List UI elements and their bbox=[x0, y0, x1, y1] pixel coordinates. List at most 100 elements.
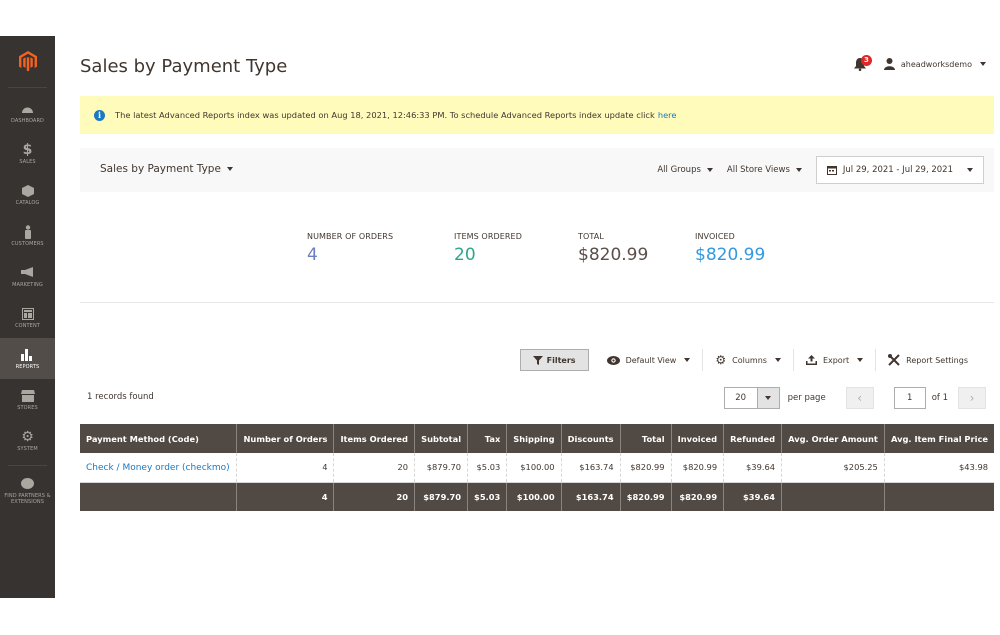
stat-value: $820.99 bbox=[578, 245, 649, 265]
sidebar-item-sales[interactable]: $ Sales bbox=[0, 133, 55, 174]
magento-logo-icon bbox=[18, 51, 37, 72]
stat-title: Items Ordered bbox=[454, 232, 522, 241]
report-settings-button[interactable]: Report Settings bbox=[875, 349, 980, 371]
filters-label: Filters bbox=[546, 355, 576, 365]
table-cell: 4 bbox=[236, 453, 334, 483]
export-dropdown[interactable]: Export bbox=[792, 349, 875, 371]
records-found: 1 records found bbox=[87, 392, 154, 402]
username: aheadworksdemo bbox=[900, 59, 972, 69]
chevron-down-icon[interactable] bbox=[756, 388, 779, 408]
notice-text: The latest Advanced Reports index was up… bbox=[115, 110, 655, 120]
stat-title: Invoiced bbox=[695, 232, 735, 241]
column-header[interactable]: Invoiced bbox=[670, 424, 724, 453]
table-cell: $879.70 bbox=[413, 453, 468, 483]
gear-icon: ⚙ bbox=[715, 353, 727, 367]
report-type-dropdown[interactable]: Sales by Payment Type bbox=[100, 163, 233, 175]
total-cell: $820.99 bbox=[619, 482, 672, 511]
column-header[interactable]: Avg. Item Final Price bbox=[883, 424, 994, 453]
column-header[interactable]: Shipping bbox=[506, 424, 562, 453]
total-cell: $5.03 bbox=[467, 482, 507, 511]
sidebar-item-customers[interactable]: Customers bbox=[0, 215, 55, 256]
magento-logo[interactable] bbox=[8, 36, 47, 88]
stat-items-ordered: Items Ordered 20 bbox=[454, 232, 522, 265]
chevron-down-icon bbox=[795, 167, 802, 172]
sidebar-item-reports[interactable]: Reports bbox=[0, 338, 55, 379]
partners-icon bbox=[21, 477, 35, 491]
view-label: Default View bbox=[625, 355, 677, 365]
column-header[interactable]: Discounts bbox=[560, 424, 621, 453]
columns-dropdown[interactable]: ⚙ Columns bbox=[702, 349, 793, 371]
chevron-down-icon bbox=[774, 358, 781, 362]
column-header[interactable]: Subtotal bbox=[413, 424, 468, 453]
stat-value: 20 bbox=[454, 245, 476, 265]
next-page-button[interactable]: › bbox=[958, 387, 986, 409]
tools-icon bbox=[888, 354, 900, 366]
schedule-index-link[interactable]: here bbox=[658, 110, 677, 120]
per-page-select[interactable]: 20 bbox=[723, 387, 780, 409]
stat-number-of-orders: Number of Orders 4 bbox=[307, 232, 393, 265]
payment-method-link[interactable]: Check / Money order (checkmo) bbox=[86, 463, 230, 473]
report-toolbar: Sales by Payment Type All Groups All Sto… bbox=[80, 148, 994, 192]
page-count-label: of 1 bbox=[931, 393, 948, 403]
column-header[interactable]: Refunded bbox=[723, 424, 782, 453]
column-header[interactable]: Avg. Order Amount bbox=[781, 424, 885, 453]
column-header[interactable]: Number of Orders bbox=[236, 424, 334, 453]
sidebar-item-catalog[interactable]: Catalog bbox=[0, 174, 55, 215]
sidebar-item-marketing[interactable]: Marketing bbox=[0, 256, 55, 297]
user-menu[interactable]: aheadworksdemo bbox=[883, 58, 986, 70]
sidebar-item-content[interactable]: Content bbox=[0, 297, 55, 338]
megaphone-icon bbox=[20, 266, 35, 280]
column-header[interactable]: Payment Method (Code) bbox=[80, 424, 237, 453]
sidebar-item-label: Reports bbox=[15, 363, 40, 370]
sidebar-item-label: Customers bbox=[11, 240, 44, 247]
chevron-down-icon bbox=[706, 167, 713, 172]
page-number-input[interactable]: 1 bbox=[893, 387, 926, 409]
column-header[interactable]: Tax bbox=[467, 424, 507, 453]
chevron-down-icon bbox=[980, 62, 986, 66]
export-label: Export bbox=[822, 355, 850, 365]
date-range-picker[interactable]: Jul 29, 2021 - Jul 29, 2021 bbox=[815, 156, 984, 184]
chevron-down-icon bbox=[684, 358, 691, 362]
person-icon bbox=[21, 224, 35, 239]
store-view-dropdown[interactable]: All Store Views bbox=[727, 165, 802, 175]
calendar-icon bbox=[826, 166, 837, 175]
header-actions: 3 aheadworksdemo bbox=[853, 55, 986, 71]
report-type-label: Sales by Payment Type bbox=[100, 163, 221, 175]
table-cell: $163.74 bbox=[560, 453, 621, 483]
sidebar-item-label: Marketing bbox=[12, 281, 43, 288]
admin-sidebar: Dashboard $ Sales Catalog Customers Mark… bbox=[0, 36, 55, 598]
totals-row: 4 20 $879.70 $5.03 $100.00 $163.74 $820.… bbox=[80, 482, 994, 511]
sidebar-item-stores[interactable]: Stores bbox=[0, 379, 55, 420]
stat-title: Total bbox=[578, 232, 604, 241]
sidebar-item-dashboard[interactable]: Dashboard bbox=[0, 92, 55, 133]
stat-value: 4 bbox=[307, 245, 318, 265]
gear-icon: ⚙ bbox=[21, 428, 34, 445]
table-cell: $39.64 bbox=[723, 453, 782, 483]
stat-value: $820.99 bbox=[695, 245, 766, 265]
chevron-left-icon: ‹ bbox=[857, 391, 863, 405]
table-row: Check / Money order (checkmo) 4 20 $879.… bbox=[80, 453, 994, 483]
notifications-button[interactable]: 3 bbox=[853, 55, 872, 71]
funnel-icon bbox=[532, 355, 543, 365]
chevron-right-icon: › bbox=[969, 391, 975, 405]
column-header[interactable]: Total bbox=[619, 424, 672, 453]
page-title: Sales by Payment Type bbox=[80, 56, 288, 77]
chevron-down-icon bbox=[226, 167, 233, 171]
per-page-label: per page bbox=[787, 393, 826, 403]
per-page-value: 20 bbox=[724, 388, 757, 408]
previous-page-button[interactable]: ‹ bbox=[845, 387, 874, 409]
filters-button[interactable]: Filters bbox=[519, 349, 589, 371]
eye-icon bbox=[606, 355, 620, 365]
sidebar-item-label: Stores bbox=[17, 404, 38, 411]
total-cell: $163.74 bbox=[560, 482, 621, 511]
bar-chart-icon bbox=[21, 348, 35, 362]
report-settings-label: Report Settings bbox=[906, 355, 968, 365]
chevron-down-icon bbox=[857, 358, 864, 362]
total-cell bbox=[883, 482, 994, 511]
sidebar-item-system[interactable]: ⚙ System bbox=[0, 420, 55, 461]
table-cell: $43.98 bbox=[883, 453, 994, 483]
customer-group-dropdown[interactable]: All Groups bbox=[657, 165, 713, 175]
column-header[interactable]: Items Ordered bbox=[333, 424, 415, 453]
view-dropdown[interactable]: Default View bbox=[606, 349, 703, 371]
sidebar-item-partners[interactable]: Find Partners & Extensions bbox=[0, 470, 55, 511]
